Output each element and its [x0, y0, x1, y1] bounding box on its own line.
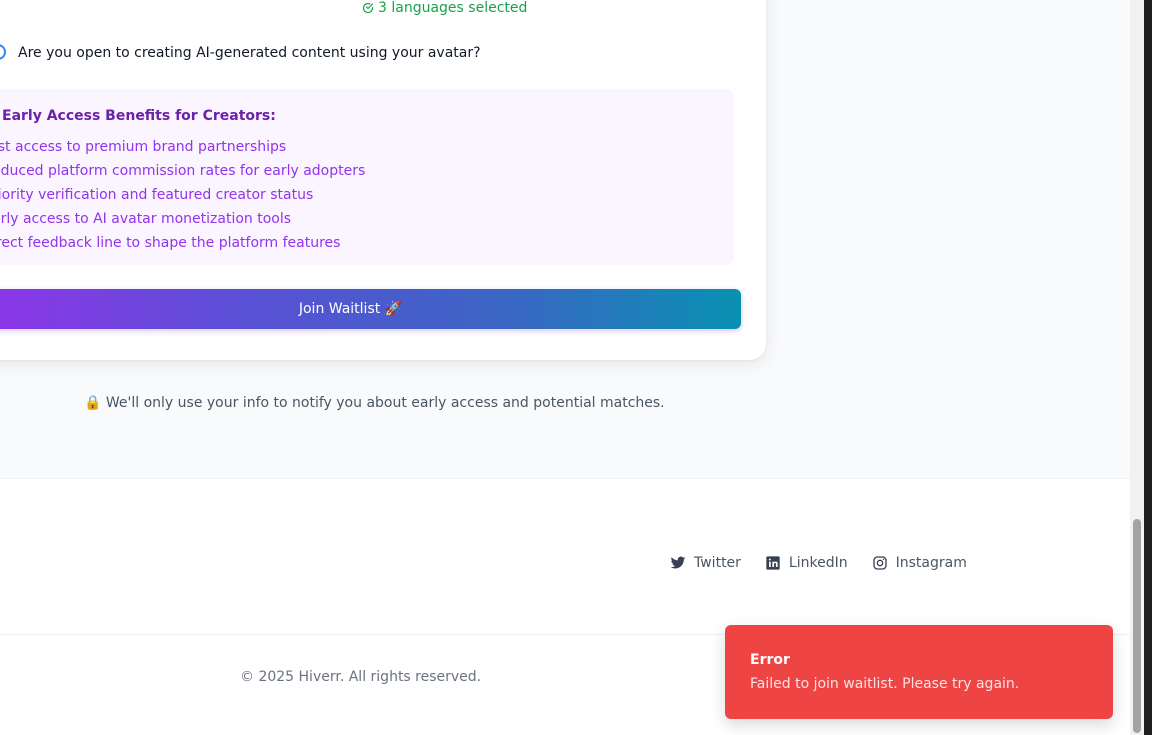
copyright: © 2025 Hiverr. All rights reserved. — [240, 669, 482, 685]
check-circle-icon — [362, 2, 374, 14]
ai-content-question: Are you open to creating AI-generated co… — [18, 45, 481, 61]
privacy-note: 🔒 We'll only use your info to notify you… — [84, 395, 665, 411]
twitter-link[interactable]: Twitter — [670, 555, 741, 571]
linkedin-label: LinkedIn — [788, 555, 848, 571]
join-waitlist-button[interactable]: Join Waitlist 🚀 — [0, 289, 741, 329]
vertical-scrollbar[interactable] — [1130, 0, 1144, 735]
toast-message: Failed to join waitlist. Please try agai… — [750, 676, 1020, 692]
instagram-link[interactable]: Instagram — [872, 555, 967, 571]
linkedin-link[interactable]: LinkedIn — [765, 555, 848, 571]
languages-selected-status: 3 languages selected — [362, 0, 527, 16]
social-links: Twitter LinkedIn Instagram — [670, 555, 967, 571]
benefit-item: riority verification and featured creato… — [0, 187, 314, 203]
benefit-item: educed platform commission rates for ear… — [0, 163, 366, 179]
benefit-item: rst access to premium brand partnerships — [0, 139, 287, 155]
instagram-label: Instagram — [895, 555, 967, 571]
benefits-list: rst access to premium brand partnerships… — [0, 135, 365, 255]
twitter-icon — [670, 556, 686, 569]
twitter-label: Twitter — [694, 555, 741, 571]
window-edge — [1144, 0, 1152, 735]
benefit-item: irect feedback line to shape the platfor… — [0, 235, 341, 251]
error-toast[interactable]: Error Failed to join waitlist. Please tr… — [725, 625, 1113, 719]
form-section: 3 languages selected Are you open to cre… — [0, 0, 1130, 479]
toast-title: Error — [750, 652, 790, 668]
linkedin-icon — [766, 556, 780, 570]
scrollbar-thumb[interactable] — [1133, 519, 1141, 733]
languages-selected-text: 3 languages selected — [378, 0, 528, 16]
benefits-title: Early Access Benefits for Creators: — [2, 108, 276, 124]
benefit-item: arly access to AI avatar monetization to… — [0, 211, 292, 227]
instagram-icon — [872, 556, 887, 570]
